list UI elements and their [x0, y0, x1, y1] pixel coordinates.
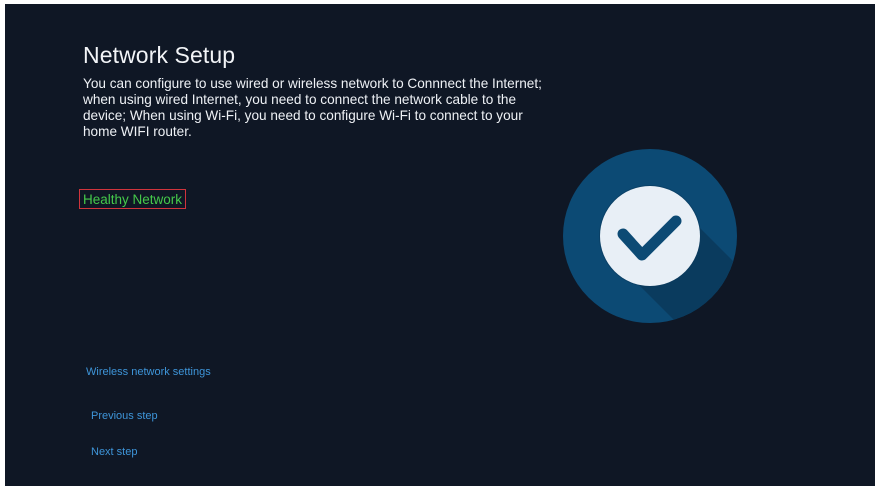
network-status-label: Healthy Network — [83, 191, 183, 207]
previous-step-button[interactable]: Previous step — [91, 410, 158, 422]
next-step-button[interactable]: Next step — [91, 446, 137, 458]
wireless-network-settings-link[interactable]: Wireless network settings — [86, 366, 211, 378]
page-description: You can configure to use wired or wirele… — [83, 76, 542, 139]
network-status-focus[interactable]: Healthy Network — [79, 189, 187, 209]
page-title: Network Setup — [83, 42, 236, 68]
checkmark-circle-icon — [563, 149, 737, 323]
badge-inner-circle — [600, 186, 700, 286]
network-setup-screen: Network Setup You can configure to use w… — [5, 4, 875, 486]
